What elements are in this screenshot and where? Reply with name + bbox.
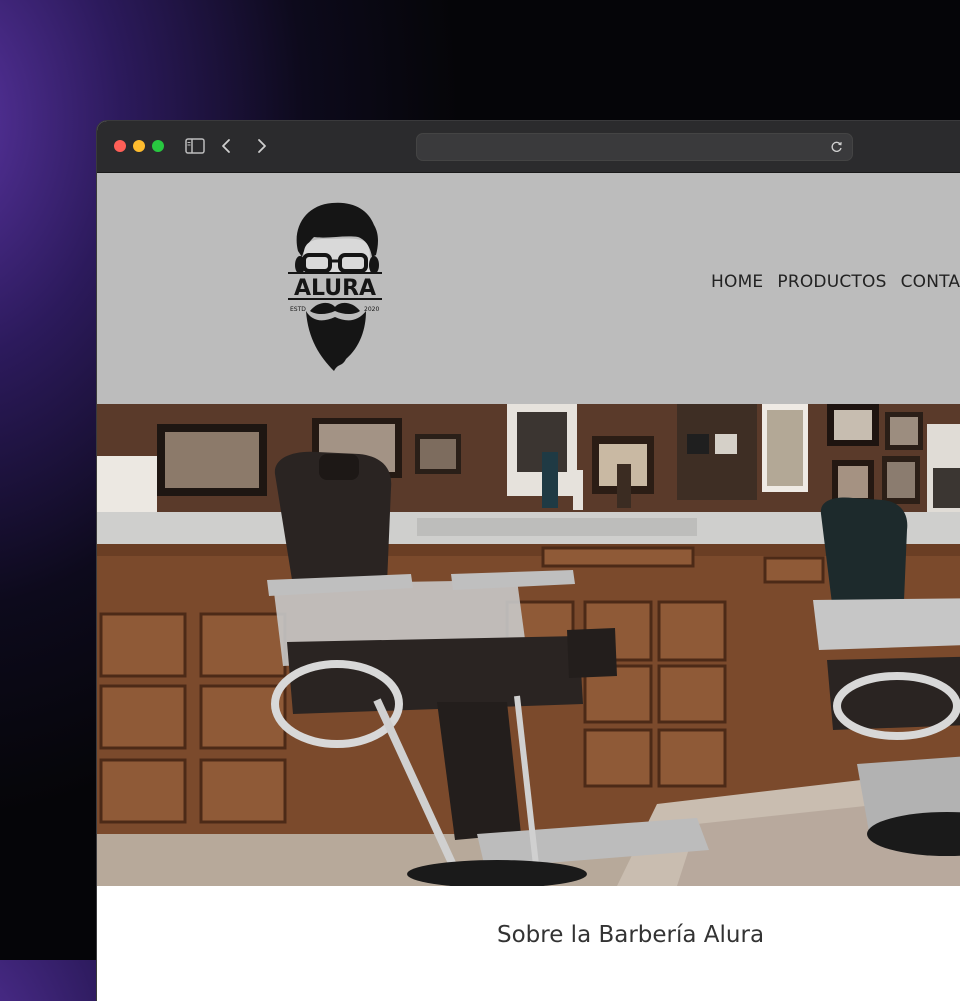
browser-window: ALURA ESTD 2020 HOME PRODUCTOS CONTACTO [97,121,960,1001]
about-title: Sobre la Barbería Alura [497,922,765,948]
nav-home-link[interactable]: HOME [711,272,763,292]
logo-year-text: 2020 [364,306,379,313]
reload-icon[interactable] [828,138,846,156]
back-arrow-icon[interactable] [214,134,240,158]
address-bar[interactable] [416,133,853,161]
nav-contacto-link[interactable]: CONTACTO [901,272,960,292]
main-nav: HOME PRODUCTOS CONTACTO [711,272,960,292]
web-page: ALURA ESTD 2020 HOME PRODUCTOS CONTACTO [97,173,960,1001]
browser-toolbar [97,121,960,173]
maximize-window-button[interactable] [152,140,164,152]
close-window-button[interactable] [114,140,126,152]
minimize-window-button[interactable] [133,140,145,152]
nav-productos-link[interactable]: PRODUCTOS [777,272,886,292]
site-header: ALURA ESTD 2020 HOME PRODUCTOS CONTACTO [97,173,960,404]
logo-estd-text: ESTD [290,306,306,313]
forward-arrow-icon[interactable] [249,134,275,158]
logo-brand-text: ALURA [294,276,376,301]
about-section: Sobre la Barbería Alura [97,886,960,1001]
hero-barbershop-image [97,404,960,886]
sidebar-toggle-icon[interactable] [183,134,209,158]
alura-barber-logo[interactable]: ALURA ESTD 2020 [284,199,386,373]
